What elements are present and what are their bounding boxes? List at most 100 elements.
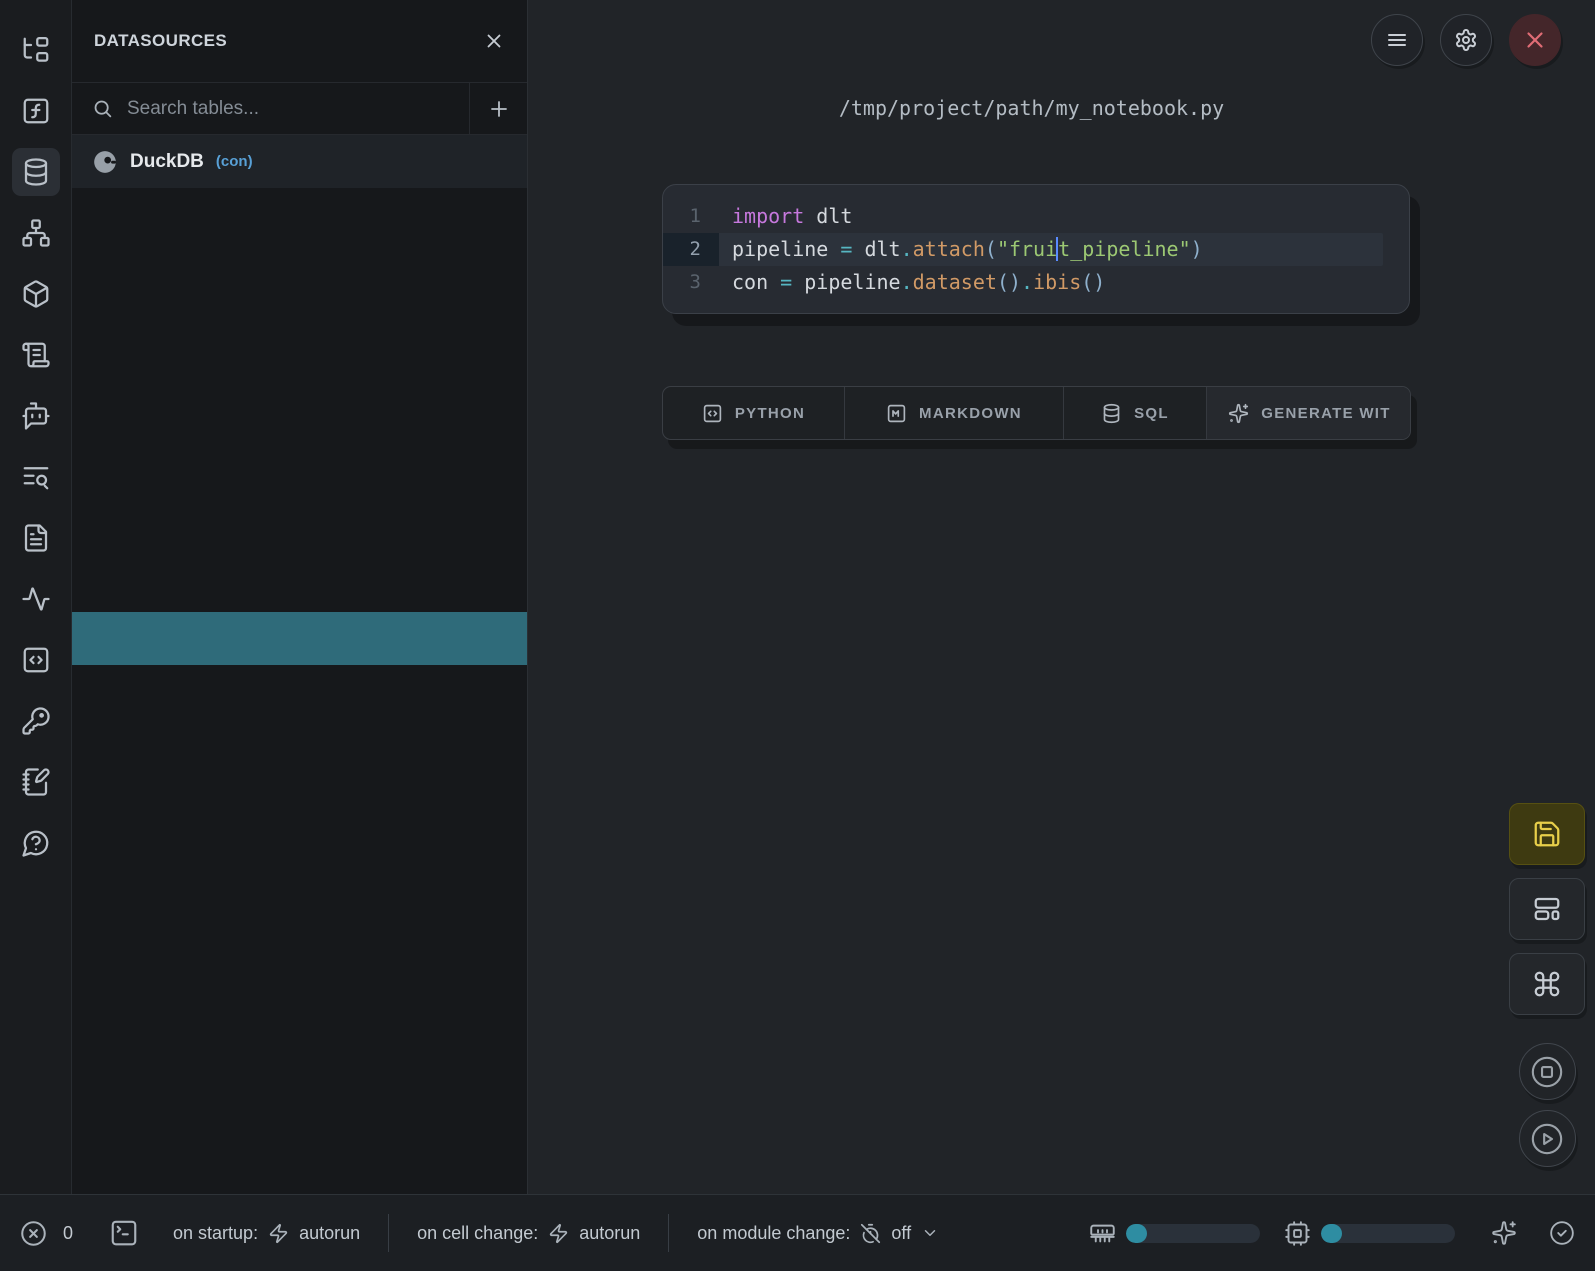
on-startup-setting[interactable]: on startup:autorun <box>173 1223 360 1244</box>
rail-item-file-explorer[interactable] <box>12 26 60 74</box>
datasources-panel: DATASOURCES DuckDB (con) <box>72 0 528 1194</box>
settings-button[interactable] <box>1440 14 1492 66</box>
rail-item-outline[interactable] <box>12 514 60 562</box>
tree-row-_dlt_id[interactable] <box>72 771 527 824</box>
setting-label: on cell change: <box>417 1223 538 1244</box>
duckdb-logo-icon <box>92 149 118 175</box>
ai-assist-button[interactable] <box>1491 1220 1517 1246</box>
panel-close-button[interactable] <box>483 30 505 52</box>
terminal-button[interactable] <box>109 1218 139 1248</box>
duckdb-connection-row[interactable]: DuckDB (con) <box>72 135 527 188</box>
rail-item-dependencies[interactable] <box>12 209 60 257</box>
code-line-2[interactable]: 2pipeline = dlt.attach("fruit_pipeline") <box>663 233 1383 266</box>
button-label: MARKDOWN <box>919 405 1022 422</box>
help-icon <box>21 828 51 858</box>
tree-row-purchases[interactable] <box>72 877 527 930</box>
run-button[interactable] <box>1519 1110 1576 1167</box>
add-cell-python-button[interactable]: PYTHON <box>663 387 844 439</box>
tree-row-id[interactable] <box>72 559 527 612</box>
memory-icon <box>1089 1220 1116 1247</box>
logs-icon <box>21 462 51 492</box>
rail-item-tracing[interactable] <box>12 575 60 623</box>
rail-item-chat[interactable] <box>12 392 60 440</box>
engine-name: DuckDB <box>130 151 204 173</box>
menu-icon <box>1385 28 1409 52</box>
side-action-buttons <box>1509 803 1585 1177</box>
divider <box>388 1214 389 1252</box>
on-cell-change-setting[interactable]: on cell change: autorun <box>417 1223 640 1244</box>
rail-item-packages[interactable] <box>12 270 60 318</box>
search-input[interactable] <box>127 98 469 120</box>
activity-rail <box>0 0 72 1194</box>
secrets-icon <box>21 706 51 736</box>
rail-item-variables[interactable] <box>12 87 60 135</box>
close-app-button[interactable] <box>1509 14 1561 66</box>
tree-row-_dlt_pipeline_state[interactable] <box>72 400 527 453</box>
editor-area: /tmp/project/path/my_notebook.py 1import… <box>528 0 1595 1194</box>
status-bar: 0 on startup:autorun on cell change: autoru… <box>0 1194 1595 1271</box>
rail-item-help[interactable] <box>12 819 60 867</box>
stopcirc-icon <box>1530 1055 1564 1089</box>
line-number: 2 <box>663 233 719 266</box>
tree-row-fruit_pipeline[interactable] <box>72 188 527 241</box>
sparkles-icon <box>1228 403 1249 424</box>
button-label: SQL <box>1134 405 1169 422</box>
cpu-icon <box>1284 1220 1311 1247</box>
tree-row-transformed_202504291112283581[interactable] <box>72 930 527 983</box>
ram-usage-meter <box>1126 1224 1260 1243</box>
layout-button[interactable] <box>1509 878 1585 940</box>
tree-row-main[interactable] <box>72 241 527 294</box>
zap-icon <box>268 1223 289 1244</box>
divider <box>668 1214 669 1252</box>
rail-item-secrets[interactable] <box>12 697 60 745</box>
command-palette-button[interactable] <box>1509 953 1585 1015</box>
circle-x-icon <box>20 1220 47 1247</box>
on-module-change-setting[interactable]: on module change:off <box>697 1223 939 1244</box>
generate-with-ai-button[interactable]: GENERATE WIT <box>1206 387 1411 439</box>
tree-row-_dlt_loads[interactable] <box>72 347 527 400</box>
menu-button[interactable] <box>1371 14 1423 66</box>
engine-variable: (con) <box>216 153 253 170</box>
rail-item-scratchpad[interactable] <box>12 758 60 806</box>
schema-tree <box>72 188 527 983</box>
code-line-1[interactable]: 1import dlt <box>663 200 1409 233</box>
search-box <box>72 98 469 120</box>
rail-item-snippets[interactable] <box>12 636 60 684</box>
add-datasource-button[interactable] <box>469 83 527 134</box>
save-button[interactable] <box>1509 803 1585 865</box>
tree-row-city[interactable] <box>72 665 527 718</box>
add-cell-toolbar: PYTHON MARKDOWN SQL GENERATE WIT <box>662 386 1411 440</box>
error-count-button[interactable]: 0 <box>20 1220 73 1247</box>
tree-row-inventory[interactable] <box>72 824 527 877</box>
setting-value: autorun <box>579 1223 640 1244</box>
dependencies-icon <box>21 218 51 248</box>
rail-item-documentation[interactable] <box>12 331 60 379</box>
scratchpad-icon <box>21 767 51 797</box>
plus-icon <box>487 97 511 121</box>
datasources-icon <box>21 157 51 187</box>
kernel-status-icon[interactable] <box>1549 1220 1575 1246</box>
tree-row-_dlt_version[interactable] <box>72 453 527 506</box>
panel-header: DATASOURCES <box>72 0 527 82</box>
rail-item-logs[interactable] <box>12 453 60 501</box>
code-cell[interactable]: 1import dlt2pipeline = dlt.attach("fruit… <box>662 184 1410 314</box>
code-line-3[interactable]: 3con = pipeline.dataset().ibis() <box>663 266 1409 299</box>
error-count: 0 <box>63 1223 73 1244</box>
tree-row-name[interactable] <box>72 612 527 665</box>
setting-value: autorun <box>299 1223 360 1244</box>
add-cell-markdown-button[interactable]: MARKDOWN <box>844 387 1063 439</box>
setting-value: off <box>891 1223 911 1244</box>
packages-icon <box>21 279 51 309</box>
tree-row-customers[interactable] <box>72 506 527 559</box>
stop-button[interactable] <box>1519 1043 1576 1100</box>
rail-item-datasources[interactable] <box>12 148 60 196</box>
tree-row-source_202504291112283468[interactable] <box>72 294 527 347</box>
line-number: 1 <box>663 200 719 233</box>
tree-row-_dlt_load_id[interactable] <box>72 718 527 771</box>
notebook-app: DATASOURCES DuckDB (con) /tmp/project/pa… <box>0 0 1595 1271</box>
add-cell-sql-button[interactable]: SQL <box>1063 387 1206 439</box>
cpu-usage-meter <box>1321 1224 1455 1243</box>
playcirc-icon <box>1530 1122 1564 1156</box>
terminal-icon <box>109 1218 139 1248</box>
search-row <box>72 82 527 135</box>
